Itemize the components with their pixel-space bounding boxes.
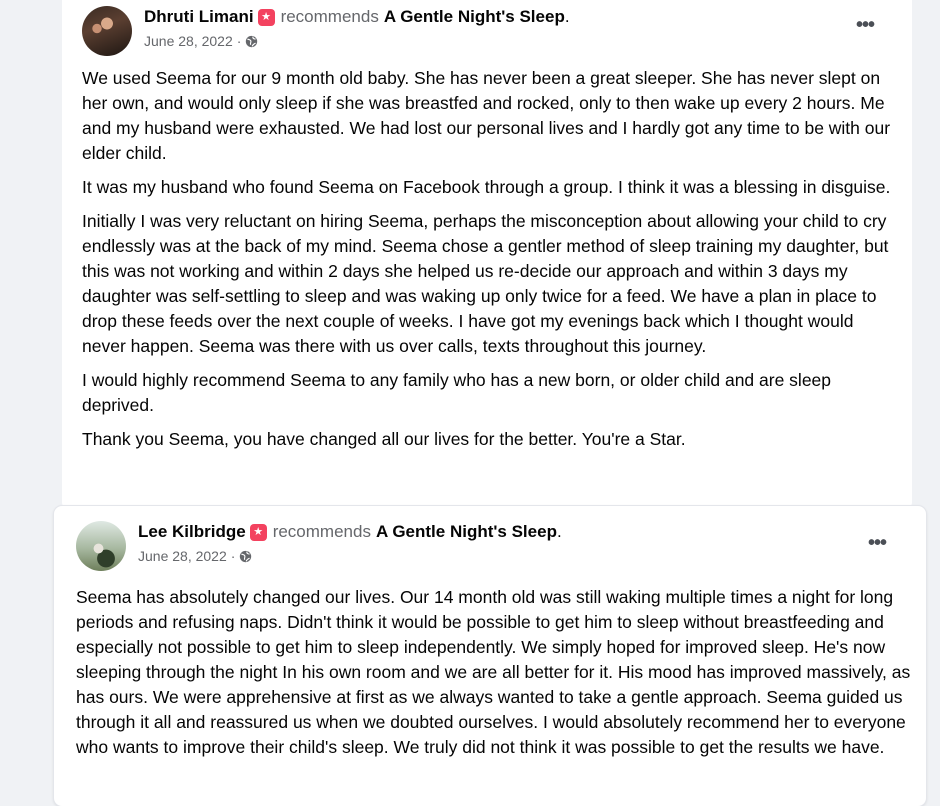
post-body: We used Seema for our 9 month old baby. … xyxy=(82,66,897,461)
review-post-1: Dhruti Limani ★ recommends A Gentle Nigh… xyxy=(62,0,912,510)
recommends-text: recommends xyxy=(280,7,379,26)
post-date-line: June 28, 2022 · xyxy=(144,33,570,49)
post-meta: Dhruti Limani ★ recommends A Gentle Nigh… xyxy=(144,6,570,49)
post-paragraph: Thank you Seema, you have changed all ou… xyxy=(82,429,686,449)
avatar[interactable] xyxy=(82,6,132,56)
post-title-line: Dhruti Limani ★ recommends A Gentle Nigh… xyxy=(144,6,570,28)
post-header: Dhruti Limani ★ recommends A Gentle Nigh… xyxy=(82,6,570,56)
author-name[interactable]: Lee Kilbridge xyxy=(138,521,246,543)
period: . xyxy=(564,7,570,26)
post-meta: Lee Kilbridge ★ recommends A Gentle Nigh… xyxy=(138,521,562,564)
post-paragraph: It was my husband who found Seema on Fac… xyxy=(82,177,891,197)
separator-dot: · xyxy=(236,33,242,49)
post-date-line: June 28, 2022 · xyxy=(138,548,562,564)
avatar[interactable] xyxy=(76,521,126,571)
globe-icon[interactable] xyxy=(245,35,258,48)
recommendation-star-icon: ★ xyxy=(249,523,267,541)
post-paragraph: Seema has absolutely changed our lives. … xyxy=(76,587,911,757)
recommendation-star-icon: ★ xyxy=(257,8,275,26)
globe-icon[interactable] xyxy=(239,550,252,563)
post-paragraph: Initially I was very reluctant on hiring… xyxy=(82,211,889,356)
post-body: Seema has absolutely changed our lives. … xyxy=(76,585,911,769)
post-header: Lee Kilbridge ★ recommends A Gentle Nigh… xyxy=(76,521,562,571)
recommends-text: recommends xyxy=(272,522,371,541)
post-date[interactable]: June 28, 2022 xyxy=(144,33,233,49)
author-name[interactable]: Dhruti Limani xyxy=(144,6,254,28)
post-date[interactable]: June 28, 2022 xyxy=(138,548,227,564)
separator-dot: · xyxy=(230,548,236,564)
more-options-icon[interactable]: ••• xyxy=(868,532,887,555)
page-name-link[interactable]: A Gentle Night's Sleep xyxy=(384,6,565,28)
post-paragraph: I would highly recommend Seema to any fa… xyxy=(82,370,832,415)
review-post-2: Lee Kilbridge ★ recommends A Gentle Nigh… xyxy=(54,506,926,806)
post-title-line: Lee Kilbridge ★ recommends A Gentle Nigh… xyxy=(138,521,562,543)
post-paragraph: We used Seema for our 9 month old baby. … xyxy=(82,68,891,163)
page-name-link[interactable]: A Gentle Night's Sleep xyxy=(376,521,557,543)
period: . xyxy=(556,522,562,541)
more-options-icon[interactable]: ••• xyxy=(856,14,875,37)
